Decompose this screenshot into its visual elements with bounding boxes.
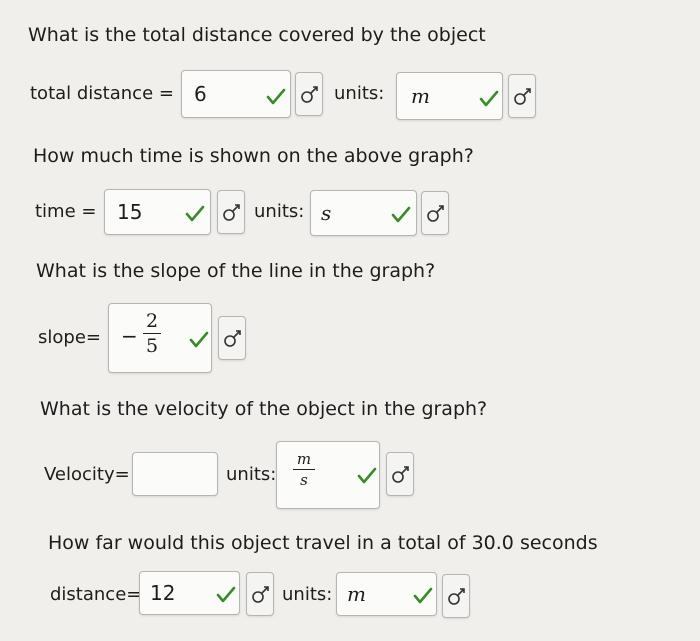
- slope-input[interactable]: − 2 5: [108, 303, 212, 373]
- total-distance-input[interactable]: 6: [181, 70, 291, 118]
- symbol-toggle-icon: [392, 466, 409, 483]
- time-label: time =: [35, 201, 97, 222]
- symbol-toggle-button[interactable]: [246, 572, 274, 616]
- slope-sign: −: [121, 324, 138, 348]
- symbol-toggle-button[interactable]: [295, 72, 323, 116]
- velocity-units-fraction: m s: [293, 450, 315, 489]
- units-label: units:: [334, 83, 385, 104]
- symbol-toggle-icon: [514, 88, 531, 105]
- checkmark-icon: [413, 587, 433, 604]
- symbol-toggle-button[interactable]: [217, 190, 245, 234]
- time-units-value: s: [321, 201, 332, 225]
- checkmark-icon: [479, 90, 499, 107]
- distance-units-input[interactable]: m: [396, 72, 503, 120]
- checkmark-icon: [391, 206, 411, 223]
- question-time: How much time is shown on the above grap…: [33, 145, 474, 167]
- distance-input[interactable]: 12: [139, 571, 240, 615]
- symbol-toggle-icon: [223, 204, 240, 221]
- velocity-units-denominator: s: [300, 471, 308, 489]
- checkmark-icon: [266, 88, 286, 105]
- question-velocity: What is the velocity of the object in th…: [40, 398, 488, 420]
- question-distance-30s: How far would this object travel in a to…: [48, 532, 598, 554]
- symbol-toggle-icon: [224, 330, 241, 347]
- time-units-input[interactable]: s: [310, 190, 417, 236]
- fraction-bar: [143, 333, 161, 334]
- units-label: units:: [282, 584, 333, 605]
- symbol-toggle-icon: [448, 588, 465, 605]
- slope-fraction: 2 5: [143, 310, 161, 357]
- symbol-toggle-button[interactable]: [218, 316, 246, 360]
- checkmark-icon: [357, 467, 377, 484]
- time-value: 15: [117, 200, 143, 224]
- symbol-toggle-button[interactable]: [508, 74, 536, 118]
- velocity-label: Velocity=: [44, 464, 130, 485]
- distance-value: 12: [150, 581, 176, 605]
- slope-label: slope=: [38, 327, 101, 348]
- checkmark-icon: [185, 205, 205, 222]
- slope-denominator: 5: [145, 335, 159, 357]
- symbol-toggle-icon: [301, 86, 318, 103]
- symbol-toggle-icon: [427, 205, 444, 222]
- symbol-toggle-button[interactable]: [421, 191, 449, 235]
- total-distance-label: total distance =: [30, 83, 174, 104]
- distance-units-value: m: [411, 84, 430, 108]
- fraction-bar: [293, 469, 315, 470]
- symbol-toggle-button[interactable]: [442, 574, 470, 618]
- units-label: units:: [226, 464, 277, 485]
- checkmark-icon: [189, 331, 209, 348]
- total-distance-value: 6: [194, 82, 207, 106]
- velocity-units-numerator: m: [296, 450, 312, 468]
- velocity-input[interactable]: [132, 452, 218, 496]
- distance-units-value: m: [347, 582, 366, 606]
- distance-label: distance=: [50, 584, 142, 605]
- slope-numerator: 2: [145, 310, 159, 332]
- symbol-toggle-button[interactable]: [386, 452, 414, 496]
- time-input[interactable]: 15: [104, 189, 211, 235]
- velocity-units-input[interactable]: m s: [276, 441, 380, 509]
- question-total-distance: What is the total distance covered by th…: [28, 24, 486, 46]
- units-label: units:: [254, 201, 305, 222]
- symbol-toggle-icon: [252, 586, 269, 603]
- distance-units-input[interactable]: m: [336, 572, 437, 616]
- question-slope: What is the slope of the line in the gra…: [36, 260, 436, 282]
- checkmark-icon: [216, 586, 236, 603]
